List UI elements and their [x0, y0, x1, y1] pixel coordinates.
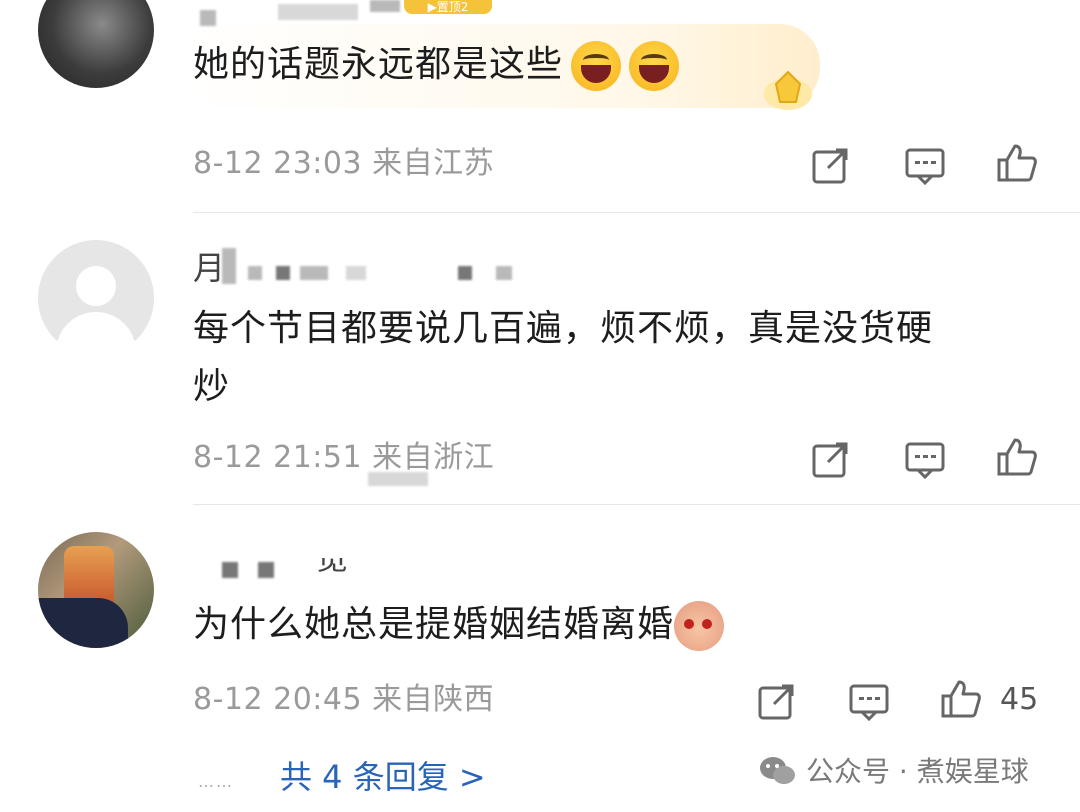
comment-text-content: 她的话题永远都是这些 [193, 44, 564, 85]
blurred-overlay [368, 472, 428, 486]
comment-meta: 8-12 20:45 来自陕西 [193, 682, 495, 717]
default-avatar-head [76, 266, 116, 306]
default-avatar-shoulders [56, 312, 136, 356]
comment-meta: 8-12 21:51 来自浙江 [193, 440, 495, 475]
crown-badge-icon [764, 70, 812, 110]
comment-text-content: 为什么她总是提婚姻结婚离婚 [193, 604, 675, 645]
laugh-emoji-icon [629, 41, 680, 91]
username-partial[interactable]: 月 [193, 250, 225, 286]
view-replies-link[interactable]: 共 4 条回复 > [280, 754, 486, 800]
comment-icon [849, 684, 889, 722]
blurred-username [370, 0, 400, 12]
thumbs-up-icon [941, 680, 981, 718]
cute-sticker-icon [674, 601, 725, 651]
thumbs-up-icon [997, 438, 1037, 476]
avatar[interactable] [38, 240, 154, 356]
avatar-photo-arm [38, 598, 128, 648]
reply-button[interactable] [848, 680, 890, 722]
replies-dots: …… [198, 772, 234, 791]
blurred-username [278, 4, 358, 20]
blurred-username [496, 266, 512, 280]
pinned-badge: ▶置顶2 [404, 0, 492, 14]
blurred-username [276, 266, 290, 280]
reply-button[interactable] [904, 438, 946, 480]
like-button[interactable] [996, 142, 1038, 184]
comment-text: 为什么她总是提婚姻结婚离婚 [193, 596, 725, 654]
divider [193, 504, 1080, 505]
blurred-username [346, 266, 366, 280]
avatar[interactable] [38, 0, 154, 88]
blurred-username [458, 266, 472, 280]
like-button[interactable] [996, 436, 1038, 478]
share-icon [812, 442, 848, 478]
comment-icon [905, 442, 945, 480]
blurred-username [222, 248, 236, 284]
avatar[interactable] [38, 532, 154, 648]
blurred-username [300, 266, 328, 280]
like-count: 45 [1000, 682, 1039, 717]
reply-button[interactable] [904, 144, 946, 186]
watermark-text: 公众号 · 煮娱星球 [806, 755, 1029, 788]
divider [193, 212, 1080, 213]
thumbs-up-icon [997, 144, 1037, 182]
blurred-username [248, 266, 262, 280]
blurred-username [222, 562, 238, 578]
like-button[interactable] [940, 678, 982, 720]
share-button[interactable] [810, 144, 852, 186]
blurred-username [258, 562, 274, 578]
laugh-emoji-icon [571, 41, 622, 91]
comment-1: ▶置顶2 她的话题永远都是这些 8-12 23:03 来自江苏 [0, 0, 1080, 212]
wechat-icon [760, 757, 795, 784]
comment-meta: 8-12 23:03 来自江苏 [193, 146, 495, 181]
comment-text: 她的话题永远都是这些 [193, 36, 680, 94]
username-partial[interactable]: 览 [316, 558, 348, 576]
share-button[interactable] [756, 680, 798, 722]
share-icon [758, 684, 794, 720]
share-icon [812, 148, 848, 184]
share-button[interactable] [810, 438, 852, 480]
comment-text-line: 炒 [193, 366, 231, 407]
comment-icon [905, 148, 945, 186]
comment-text-line: 每个节目都要说几百遍，烦不烦，真是没货硬 [193, 308, 934, 349]
comment-text: 每个节目都要说几百遍，烦不烦，真是没货硬 炒 [193, 300, 933, 416]
